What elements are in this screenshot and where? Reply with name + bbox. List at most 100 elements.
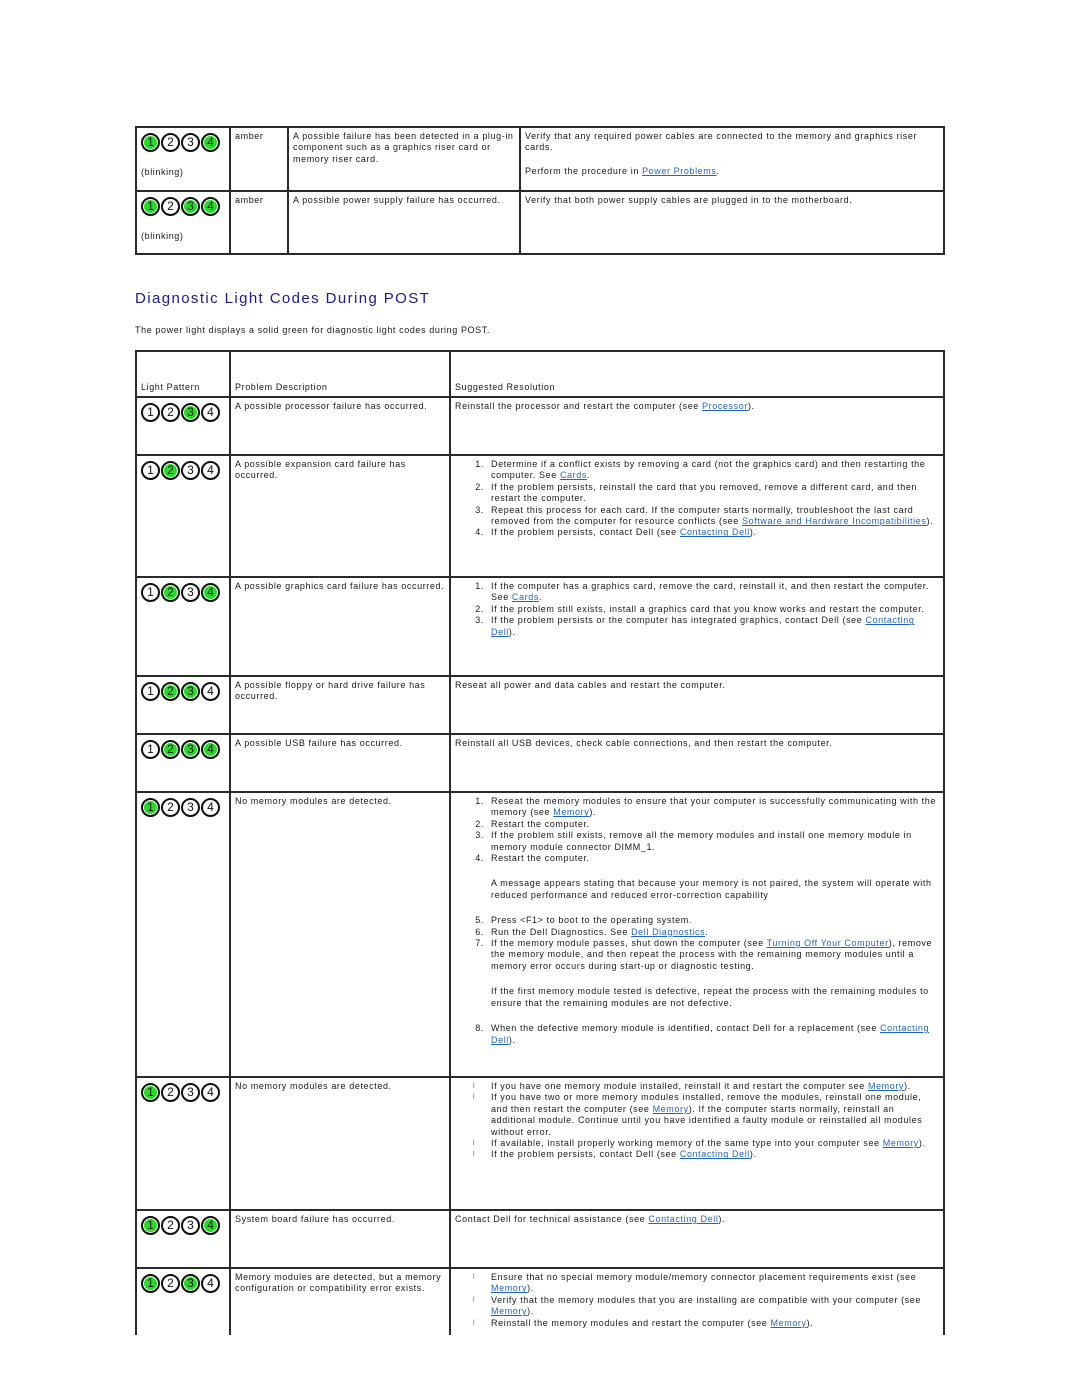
link-cards[interactable]: Cards bbox=[560, 470, 587, 480]
light-color-cell: amber bbox=[229, 190, 289, 255]
light-pattern: 1234 bbox=[141, 680, 225, 702]
link-memory[interactable]: Memory bbox=[883, 1138, 919, 1148]
table-row: 1234A possible processor failure has occ… bbox=[135, 396, 945, 456]
resolution-step: Reseat the memory modules to ensure that… bbox=[487, 796, 939, 819]
link-memory[interactable]: Memory bbox=[553, 807, 589, 817]
resolution-text: ). bbox=[904, 1081, 911, 1091]
light-off-icon: 4 bbox=[201, 1082, 220, 1102]
resolution-step: Determine if a conflict exists by removi… bbox=[487, 459, 939, 482]
light-on-icon: 2 bbox=[161, 582, 180, 602]
light-pattern: 1234 bbox=[141, 1214, 225, 1236]
suggested-resolution: Reseat all power and data cables and res… bbox=[449, 675, 945, 735]
light-on-icon: 2 bbox=[161, 681, 180, 701]
light-pattern-cell: 1234 bbox=[135, 1209, 231, 1269]
resolution-text: ). bbox=[718, 1214, 726, 1224]
resolution-text: Run the Dell Diagnostics. See bbox=[491, 926, 632, 937]
light-pattern-cell: 1 2 3 4 (blinking) bbox=[135, 190, 231, 255]
resolution-step: Press <F1> to boot to the operating syst… bbox=[487, 915, 939, 926]
link-memory[interactable]: Memory bbox=[653, 1104, 689, 1114]
suggested-resolution: Ensure that no special memory module/mem… bbox=[449, 1267, 945, 1335]
light-pattern-cell: 1234 bbox=[135, 733, 231, 793]
link-memory[interactable]: Memory bbox=[491, 1283, 527, 1293]
problem-description: A possible graphics card failure has occ… bbox=[229, 576, 451, 677]
light-off-icon: 2 bbox=[161, 1215, 180, 1235]
resolution-text: If you have one memory module installed,… bbox=[491, 1081, 868, 1091]
power-light-table: 1 2 3 4 (blinking) amber A possible failure ha… bbox=[135, 126, 945, 255]
blinking-label: (blinking) bbox=[141, 231, 184, 241]
resolution-bullet: Verify that the memory modules that you … bbox=[473, 1295, 939, 1318]
problem-description: System board failure has occurred. bbox=[229, 1209, 451, 1269]
light-off-icon: 3 bbox=[181, 460, 200, 480]
link-memory[interactable]: Memory bbox=[868, 1081, 904, 1091]
resolution-bullet: If available, install properly working m… bbox=[473, 1138, 939, 1150]
resolution-text: ). bbox=[508, 626, 516, 637]
light-pattern: 1234 bbox=[141, 581, 225, 603]
problem-description: A possible USB failure has occurred. bbox=[229, 733, 451, 793]
light-on-icon: 3 bbox=[181, 196, 200, 216]
link-turning-off-your-computer[interactable]: Turning Off Your Computer bbox=[767, 938, 889, 948]
resolution-bullet: Reinstall the memory modules and restart… bbox=[473, 1318, 939, 1330]
link-power-problems[interactable]: Power Problems bbox=[642, 166, 716, 176]
light-off-icon: 3 bbox=[181, 1082, 200, 1102]
resolution-text: ). bbox=[527, 1306, 534, 1317]
resolution-step: If the problem persists, contact Dell (s… bbox=[487, 527, 939, 538]
link-memory[interactable]: Memory bbox=[491, 1306, 527, 1316]
resolution-step: Run the Dell Diagnostics. See Dell Diagn… bbox=[487, 927, 939, 938]
resolution-step: Restart the computer. A message appears s… bbox=[487, 853, 939, 901]
light-pattern-cell: 1234 bbox=[135, 791, 231, 1078]
light-off-icon: 2 bbox=[161, 402, 180, 422]
link-contacting-dell[interactable]: Contacting Dell bbox=[648, 1214, 718, 1224]
resolution-text: When the defective memory module is iden… bbox=[491, 1023, 881, 1034]
resolution-text: Contact Dell for technical assistance (s… bbox=[455, 1214, 649, 1224]
resolution-text: Reseat all power and data cables and res… bbox=[455, 680, 726, 690]
link-contacting-dell[interactable]: Contacting Dell bbox=[680, 527, 750, 537]
resolution-bullets: Ensure that no special memory module/mem… bbox=[455, 1272, 939, 1329]
resolution-text: Press <F1> to boot to the operating syst… bbox=[491, 915, 692, 926]
suggested-resolution: Reseat the memory modules to ensure that… bbox=[449, 791, 945, 1078]
table-row: 1234A possible USB failure has occurred.… bbox=[135, 733, 945, 793]
suggested-resolution: Determine if a conflict exists by removi… bbox=[449, 454, 945, 578]
light-on-icon: 2 bbox=[161, 739, 180, 759]
light-off-icon: 4 bbox=[201, 460, 220, 480]
light-on-icon: 4 bbox=[201, 132, 220, 152]
link-processor[interactable]: Processor bbox=[702, 401, 748, 411]
link-dell-diagnostics[interactable]: Dell Diagnostics bbox=[631, 927, 705, 937]
resolution-text: Ensure that no special memory module/mem… bbox=[491, 1272, 917, 1282]
problem-description: A possible processor failure has occurre… bbox=[229, 396, 451, 456]
blinking-label: (blinking) bbox=[141, 167, 184, 177]
light-off-icon: 4 bbox=[201, 681, 220, 701]
suggested-resolution: Verify that any required power cables ar… bbox=[519, 126, 945, 192]
light-pattern-cell: 1234 bbox=[135, 576, 231, 677]
resolution-paragraph: Verify that both power supply cables are… bbox=[525, 195, 853, 205]
link-cards[interactable]: Cards bbox=[512, 592, 539, 602]
light-off-icon: 2 bbox=[161, 797, 180, 817]
resolution-step: If the problem persists or the computer … bbox=[487, 615, 939, 638]
light-off-icon: 2 bbox=[161, 1273, 180, 1293]
problem-description: A possible expansion card failure has oc… bbox=[229, 454, 451, 578]
diagnostic-codes-table: Light Pattern Problem Description Sugges… bbox=[135, 350, 945, 1335]
resolution-paragraph: Verify that any required power cables ar… bbox=[525, 131, 918, 153]
resolution-text: ). bbox=[508, 1034, 516, 1045]
link-memory[interactable]: Memory bbox=[771, 1318, 807, 1328]
resolution-bullet: If the problem persists, contact Dell (s… bbox=[473, 1149, 939, 1161]
step-note: If the first memory module tested is def… bbox=[491, 986, 929, 1008]
resolution-paragraph: Reseat all power and data cables and res… bbox=[455, 680, 939, 691]
light-color-cell: amber bbox=[229, 126, 289, 192]
resolution-paragraph: Reinstall all USB devices, check cable c… bbox=[455, 738, 939, 749]
problem-description: A possible failure has been detected in … bbox=[287, 126, 521, 192]
light-pattern: 1234 bbox=[141, 131, 225, 153]
light-off-icon: 1 bbox=[141, 681, 160, 701]
light-off-icon: 2 bbox=[161, 132, 180, 152]
resolution-text: . bbox=[716, 165, 720, 176]
resolution-text: Restart the computer. bbox=[491, 853, 590, 864]
light-on-icon: 1 bbox=[141, 132, 160, 152]
suggested-resolution: If you have one memory module installed,… bbox=[449, 1076, 945, 1211]
link-software-and-hardware-incompatibilities[interactable]: Software and Hardware Incompatibilities bbox=[742, 516, 926, 526]
suggested-resolution: Contact Dell for technical assistance (s… bbox=[449, 1209, 945, 1269]
light-off-icon: 3 bbox=[181, 1215, 200, 1235]
resolution-text: If the memory module passes, shut down t… bbox=[491, 938, 767, 949]
resolution-paragraph: Reinstall the processor and restart the … bbox=[455, 401, 939, 412]
light-on-icon: 4 bbox=[201, 1215, 220, 1235]
link-contacting-dell[interactable]: Contacting Dell bbox=[680, 1149, 750, 1159]
resolution-bullet: If you have one memory module installed,… bbox=[473, 1081, 939, 1093]
